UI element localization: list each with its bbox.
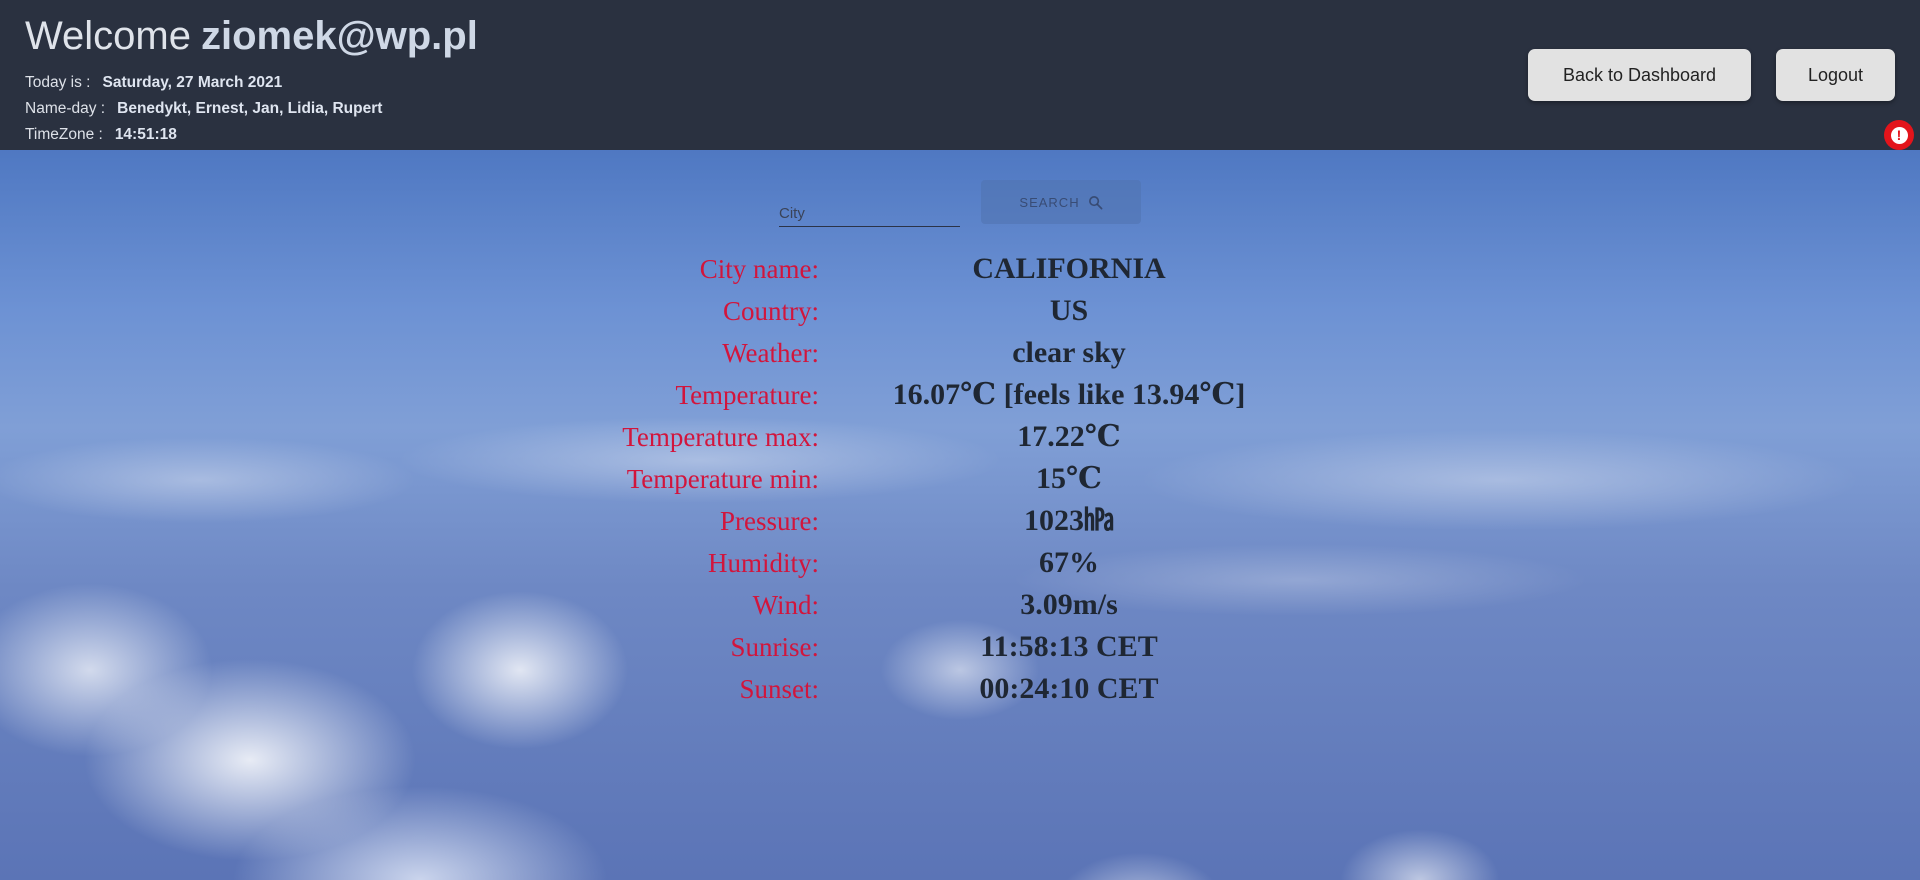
- humidity-row: Humidity: 67%: [0, 542, 1920, 584]
- country-label: Country:: [722, 296, 819, 326]
- sunrise-row: Sunrise: 11:58:13 CET: [0, 626, 1920, 668]
- pressure-value: 1023㍱: [1024, 504, 1114, 537]
- welcome-text: Welcome: [25, 14, 191, 58]
- sunrise-label: Sunrise:: [730, 632, 819, 662]
- nameday-value: Benedykt, Ernest, Jan, Lidia, Rupert: [117, 100, 383, 117]
- timezone-label: TimeZone :: [25, 126, 103, 143]
- city-name-label: City name:: [699, 254, 819, 284]
- sunset-value: 00:24:10 CET: [979, 672, 1159, 705]
- country-row: Country: US: [0, 290, 1920, 332]
- humidity-label: Humidity:: [707, 548, 819, 578]
- weather-label: Weather:: [722, 338, 819, 368]
- temp-max-value: 17.22℃: [1017, 420, 1121, 453]
- back-to-dashboard-button[interactable]: Back to Dashboard: [1528, 49, 1751, 101]
- city-name-value: CALIFORNIA: [972, 252, 1166, 285]
- search-button-label: SEARCH: [1019, 194, 1080, 210]
- nameday-info: Name-day : Benedykt, Ernest, Jan, Lidia, …: [25, 99, 382, 119]
- wind-label: Wind:: [752, 590, 819, 620]
- today-info: Today is : Saturday, 27 March 2021: [25, 73, 282, 93]
- temperature-label: Temperature:: [675, 380, 819, 410]
- city-name-row: City name: CALIFORNIA: [0, 248, 1920, 290]
- temperature-value: 16.07℃ [feels like 13.94℃]: [892, 378, 1246, 411]
- timezone-info: TimeZone : 14:51:18: [25, 125, 177, 145]
- alert-glyph: !: [1890, 126, 1908, 144]
- logout-button[interactable]: Logout: [1776, 49, 1895, 101]
- temperature-row: Temperature: 16.07℃ [feels like 13.94℃]: [0, 374, 1920, 416]
- wind-value: 3.09m/s: [1020, 588, 1118, 621]
- user-email: ziomek@wp.pl: [200, 14, 478, 58]
- city-input[interactable]: [779, 193, 960, 227]
- pressure-label: Pressure:: [720, 506, 819, 536]
- nameday-label: Name-day :: [25, 100, 106, 117]
- humidity-value: 67%: [1039, 546, 1099, 579]
- temp-max-label: Temperature max:: [622, 422, 819, 452]
- temp-min-value: 15℃: [1036, 462, 1102, 495]
- weather-value: clear sky: [1012, 336, 1126, 369]
- sunrise-value: 11:58:13 CET: [980, 630, 1158, 663]
- wind-row: Wind: 3.09m/s: [0, 584, 1920, 626]
- country-value: US: [1049, 294, 1089, 327]
- temp-min-label: Temperature min:: [626, 464, 819, 494]
- search-button[interactable]: SEARCH: [981, 180, 1141, 224]
- sunset-row: Sunset: 00:24:10 CET: [0, 668, 1920, 710]
- sunset-label: Sunset:: [739, 674, 819, 704]
- welcome-heading: Welcome ziomek@wp.pl: [25, 10, 478, 62]
- pressure-row: Pressure: 1023㍱: [0, 500, 1920, 542]
- timezone-value: 14:51:18: [114, 126, 177, 143]
- exclamation-circle-icon[interactable]: !: [1884, 120, 1914, 150]
- today-label: Today is :: [25, 74, 91, 91]
- weather-page: Welcome ziomek@wp.pl Today is : Saturday, …: [0, 0, 1920, 880]
- search-icon: [1088, 195, 1103, 209]
- top-header: Welcome ziomek@wp.pl Today is : Saturday, …: [0, 0, 1920, 150]
- temp-max-row: Temperature max: 17.22℃: [0, 416, 1920, 458]
- today-value: Saturday, 27 March 2021: [102, 74, 283, 91]
- temp-min-row: Temperature min: 15℃: [0, 458, 1920, 500]
- weather-row: Weather: clear sky: [0, 332, 1920, 374]
